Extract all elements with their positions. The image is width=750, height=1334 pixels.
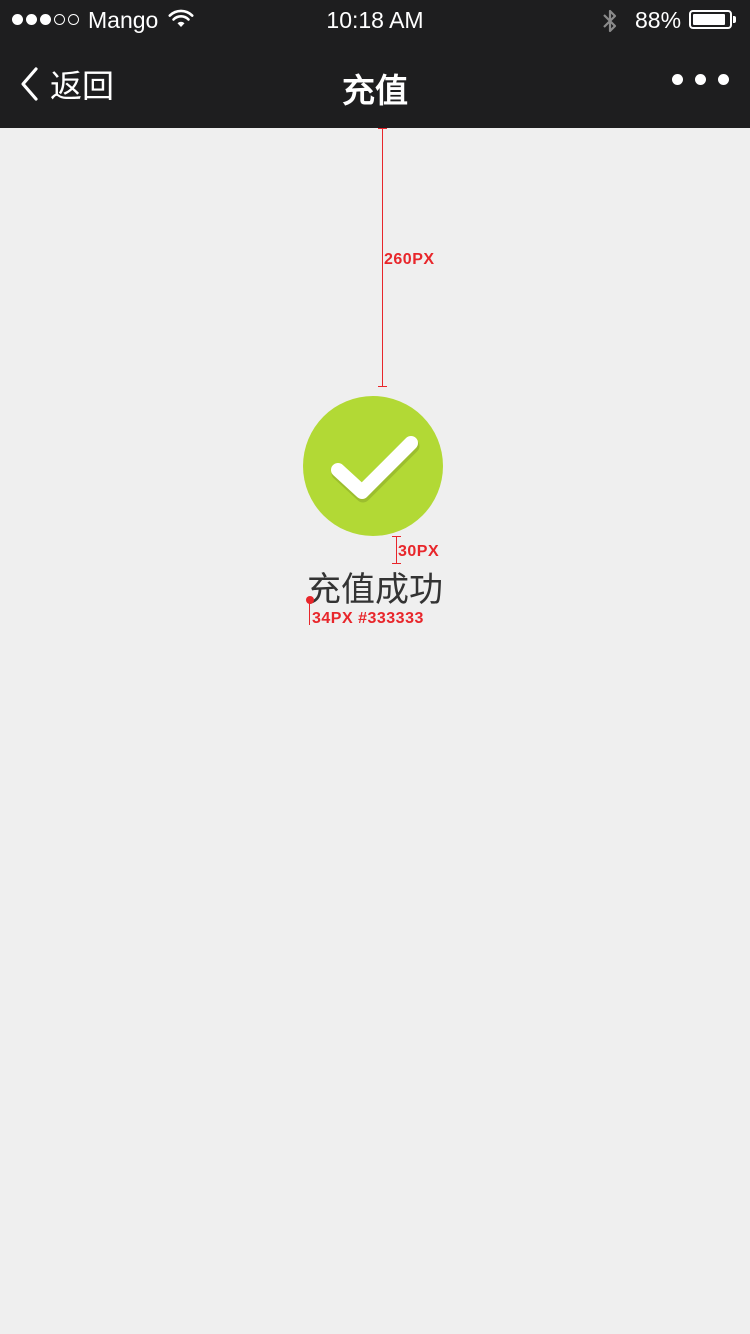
bluetooth-icon [600, 7, 620, 40]
page-title: 充值 [342, 72, 408, 109]
annotation-top-gap: 260PX [384, 251, 435, 268]
measure-cap [378, 386, 387, 387]
top-bar: Mango 10:18 AM 88% 返回 充值 [0, 0, 750, 128]
measure-line-icon-gap [396, 536, 397, 564]
battery-percentage: 88% [635, 7, 682, 33]
check-circle-icon [303, 396, 443, 536]
battery-icon [689, 10, 736, 29]
measure-cap [378, 128, 387, 129]
annotation-marker-line [309, 603, 310, 625]
annotation-icon-gap: 30PX [398, 543, 440, 560]
measure-cap [392, 536, 401, 537]
annotation-text-spec: 34PX #333333 [312, 610, 424, 627]
status-bar: Mango 10:18 AM 88% [0, 0, 750, 40]
more-dots-icon[interactable] [672, 74, 729, 85]
measure-line-top [382, 128, 383, 387]
success-message: 充值成功 [307, 571, 443, 609]
annotation-marker [306, 596, 314, 604]
